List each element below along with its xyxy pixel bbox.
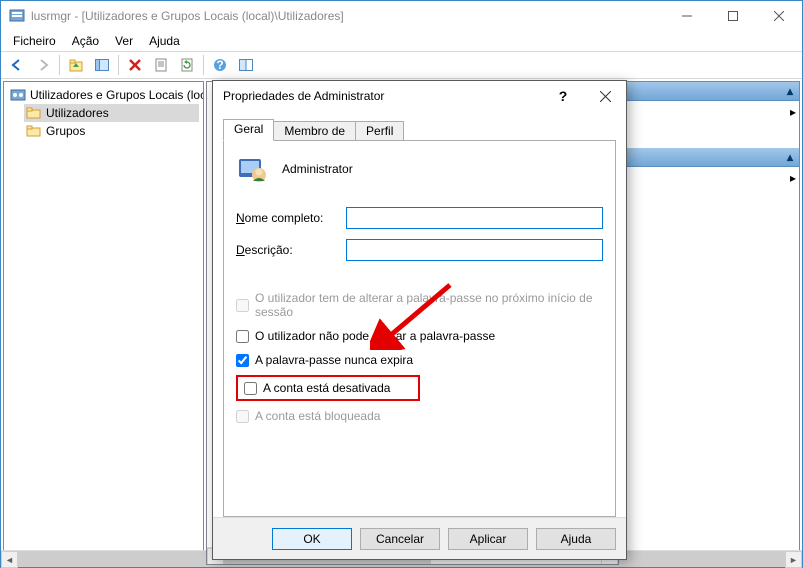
help-button[interactable]: ? bbox=[208, 54, 232, 76]
dialog-titlebar: Propriedades de Administrator ? bbox=[213, 81, 626, 111]
check-cannotchange-box[interactable] bbox=[236, 330, 249, 343]
titlebar: lusrmgr - [Utilizadores e Grupos Locais … bbox=[1, 1, 802, 31]
check-disabled-box[interactable] bbox=[244, 382, 257, 395]
window-title: lusrmgr - [Utilizadores e Grupos Locais … bbox=[31, 9, 664, 23]
snapin-icon bbox=[10, 87, 26, 103]
back-button[interactable] bbox=[5, 54, 29, 76]
tab-strip: Geral Membro de Perfil bbox=[223, 119, 616, 140]
username-label: Administrator bbox=[282, 162, 353, 176]
tree-users-label: Utilizadores bbox=[46, 106, 109, 120]
chevron-up-icon: ▴ bbox=[787, 84, 793, 98]
check-neverexpires[interactable]: A palavra-passe nunca expira bbox=[236, 351, 603, 369]
tree-groups-label: Grupos bbox=[46, 124, 85, 138]
toolbar-separator bbox=[59, 55, 60, 75]
export-button[interactable] bbox=[234, 54, 258, 76]
check-neverexpires-box[interactable] bbox=[236, 354, 249, 367]
cancel-button[interactable]: Cancelar bbox=[360, 528, 440, 550]
svg-text:?: ? bbox=[216, 58, 223, 72]
menu-help[interactable]: Ajuda bbox=[141, 32, 188, 50]
apply-button[interactable]: Aplicar bbox=[448, 528, 528, 550]
check-cannotchange[interactable]: O utilizador não pode alterar a palavra-… bbox=[236, 327, 603, 345]
menubar: Ficheiro Ação Ver Ajuda bbox=[1, 31, 802, 51]
properties-button[interactable] bbox=[149, 54, 173, 76]
tree-hscroll[interactable]: ◄ ► bbox=[3, 550, 204, 565]
app-icon bbox=[9, 8, 25, 24]
delete-button[interactable] bbox=[123, 54, 147, 76]
tree-node-users[interactable]: Utilizadores bbox=[24, 104, 199, 122]
ok-button[interactable]: OK bbox=[272, 528, 352, 550]
triangle-right-icon[interactable]: ▸ bbox=[790, 171, 796, 185]
check-disabled[interactable]: A conta está desativada bbox=[236, 375, 420, 401]
dialog-close-button[interactable] bbox=[584, 81, 626, 111]
fullname-label: Nome completo: bbox=[236, 211, 346, 225]
action-header[interactable]: ▴ bbox=[623, 82, 799, 101]
forward-button[interactable] bbox=[31, 54, 55, 76]
tab-general[interactable]: Geral bbox=[223, 119, 274, 141]
toolbar: ? bbox=[1, 51, 802, 79]
tree-node-groups[interactable]: Grupos bbox=[24, 122, 199, 140]
dialog-help-button[interactable]: ? bbox=[542, 81, 584, 111]
description-label: Descrição: bbox=[236, 243, 346, 257]
chevron-up-icon: ▴ bbox=[787, 150, 793, 164]
fullname-field[interactable] bbox=[346, 207, 603, 229]
properties-dialog: Propriedades de Administrator ? Geral Me… bbox=[212, 80, 627, 560]
maximize-button[interactable] bbox=[710, 1, 756, 31]
refresh-button[interactable] bbox=[175, 54, 199, 76]
toolbar-separator bbox=[203, 55, 204, 75]
check-mustchange-box bbox=[236, 299, 249, 312]
check-mustchange: O utilizador tem de alterar a palavra-pa… bbox=[236, 289, 603, 321]
tree-root-node[interactable]: Utilizadores e Grupos Locais (local) bbox=[8, 86, 199, 104]
tab-profile[interactable]: Perfil bbox=[355, 121, 404, 140]
window-buttons bbox=[664, 1, 802, 31]
tree-root-label: Utilizadores e Grupos Locais (local) bbox=[30, 88, 204, 102]
check-locked-box bbox=[236, 410, 249, 423]
menu-view[interactable]: Ver bbox=[107, 32, 141, 50]
close-button[interactable] bbox=[756, 1, 802, 31]
user-icon bbox=[236, 153, 268, 185]
minimize-button[interactable] bbox=[664, 1, 710, 31]
help-button[interactable]: Ajuda bbox=[536, 528, 616, 550]
tab-page-general: Administrator Nome completo: Descrição: … bbox=[223, 140, 616, 517]
description-field[interactable] bbox=[346, 239, 603, 261]
action-pane: ▴ ▸ ▴ ▸ bbox=[622, 81, 800, 565]
scroll-left-icon[interactable]: ◄ bbox=[3, 551, 18, 565]
tree-pane[interactable]: Utilizadores e Grupos Locais (local) Uti… bbox=[3, 81, 204, 565]
folder-icon bbox=[26, 105, 42, 121]
toolbar-separator bbox=[118, 55, 119, 75]
check-locked: A conta está bloqueada bbox=[236, 407, 603, 425]
menu-action[interactable]: Ação bbox=[64, 32, 107, 50]
menu-file[interactable]: Ficheiro bbox=[5, 32, 64, 50]
triangle-right-icon[interactable]: ▸ bbox=[790, 105, 796, 119]
tab-memberof[interactable]: Membro de bbox=[273, 121, 356, 140]
show-hide-tree-button[interactable] bbox=[90, 54, 114, 76]
folder-icon bbox=[26, 123, 42, 139]
up-button[interactable] bbox=[64, 54, 88, 76]
dialog-title: Propriedades de Administrator bbox=[223, 89, 542, 103]
action-subheader[interactable]: ▴ bbox=[623, 148, 799, 167]
dialog-buttons: OK Cancelar Aplicar Ajuda bbox=[213, 517, 626, 559]
